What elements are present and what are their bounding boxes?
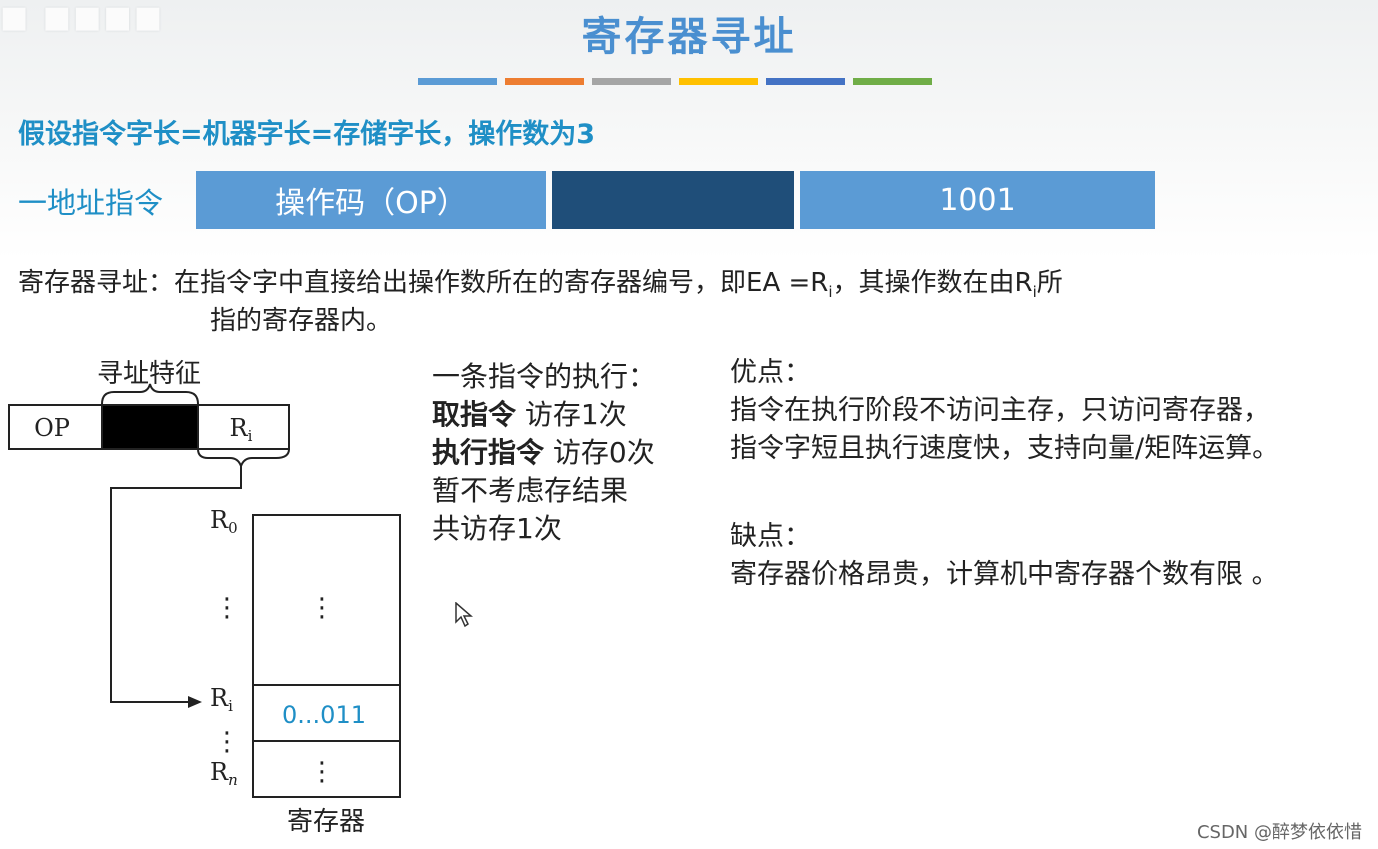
- rn-sub: n: [228, 771, 238, 789]
- ri-row-label: Ri: [210, 684, 233, 715]
- address-value: 1001: [939, 182, 1016, 218]
- color-bar-5: [766, 78, 845, 85]
- ri-under-brace: [197, 448, 290, 469]
- execution-line-2: 取指令 访存1次: [432, 396, 656, 434]
- opcode-field: 操作码（OP）: [196, 171, 546, 229]
- definition-text-c: 所: [1036, 268, 1063, 298]
- color-bar-1: [418, 78, 497, 85]
- disadvantages-line-1: 寄存器价格昂贵，计算机中寄存器个数有限 。: [730, 559, 1279, 590]
- r0-sub: 0: [228, 519, 238, 537]
- execution-line-1: 一条指令的执行：: [432, 360, 657, 393]
- color-bar-4: [679, 78, 758, 85]
- addressing-feature-field: [552, 171, 794, 229]
- rn-label: Rn: [210, 758, 238, 789]
- fetch-rest: 访存1次: [516, 398, 627, 431]
- definition-term: 寄存器寻址：: [18, 268, 175, 298]
- advantages-line-1: 指令在执行阶段不访问主存，只访问寄存器，: [730, 395, 1270, 426]
- page-title: 寄存器寻址: [581, 14, 797, 60]
- definition-text-b: ，其操作数在由R: [832, 268, 1033, 298]
- execution-line-4: 暂不考虑存结果: [432, 474, 629, 507]
- assumption-text: 假设指令字长=机器字长=存储字长，操作数为3: [18, 119, 596, 150]
- r0-letter: R: [210, 506, 229, 534]
- definition-text-a: 在指令字中直接给出操作数所在的寄存器编号，即EA =R: [174, 268, 829, 298]
- ri-row-sub: i: [228, 697, 233, 715]
- color-bar-3: [592, 78, 671, 85]
- advantages-heading: 优点：: [730, 357, 811, 388]
- disadvantages-heading: 缺点：: [730, 521, 811, 552]
- register-dots-top: ⋮: [309, 593, 335, 623]
- diagram-svg: 寻址特征 OP Ri 0...011 ⋮ ⋮ R0 ⋮ Ri ⋮ Rn 寄存器: [8, 359, 401, 837]
- connector-line: [110, 466, 242, 703]
- execution-line-3: 执行指令 访存0次: [432, 434, 656, 472]
- definition-line-1: 寄存器寻址：在指令字中直接给出操作数所在的寄存器编号，即EA =Ri，其操作数在…: [18, 262, 1063, 301]
- color-bar-6: [853, 78, 932, 85]
- diagram-op-label: OP: [34, 414, 70, 442]
- advantages-line-2: 指令字短且执行速度快，支持向量/矩阵运算。: [730, 433, 1280, 464]
- disadvantages: 缺点： 寄存器价格昂贵，计算机中寄存器个数有限 。: [730, 518, 1279, 594]
- ri-register-value: 0...011: [282, 701, 366, 729]
- watermark: CSDN @醉梦依依惜: [1196, 822, 1362, 843]
- address-field: 1001: [800, 171, 1155, 229]
- register-dots-bottom: ⋮: [309, 757, 335, 787]
- execution-line-5: 共访存1次: [432, 512, 562, 545]
- mouse-pointer-icon: [455, 601, 474, 632]
- ri-row-letter: R: [210, 684, 229, 712]
- definition-line-2: 指的寄存器内。: [210, 306, 393, 336]
- exec-bold: 执行指令: [432, 436, 545, 469]
- connector-arrowhead: [188, 696, 202, 708]
- opcode-label: 操作码（OP）: [275, 186, 467, 221]
- title-color-bars: [418, 78, 932, 85]
- advantages: 优点： 指令在执行阶段不访问主存，只访问寄存器， 指令字短且执行速度快，支持向量…: [730, 354, 1279, 468]
- label-dots-top: ⋮: [214, 593, 240, 623]
- register-addressing-diagram: 寻址特征 OP Ri 0...011 ⋮ ⋮ R0 ⋮ Ri ⋮ Rn 寄存器: [4, 348, 406, 844]
- color-bar-2: [505, 78, 584, 85]
- instruction-label: 一地址指令: [18, 186, 164, 220]
- diagram-ri-label: R: [230, 414, 249, 442]
- r0-label: R0: [210, 506, 238, 537]
- register-caption: 寄存器: [287, 807, 365, 837]
- diagram-feature-box: [101, 404, 199, 450]
- rn-letter: R: [210, 758, 229, 786]
- exec-rest: 访存0次: [544, 436, 655, 469]
- register-file: [252, 514, 401, 798]
- execution-notes: 一条指令的执行： 取指令 访存1次 执行指令 访存0次 暂不考虑存结果 共访存1…: [432, 358, 656, 548]
- label-dots-bottom: ⋮: [214, 727, 240, 757]
- diagram-ri-sub: i: [248, 427, 253, 445]
- fetch-bold: 取指令: [432, 398, 517, 431]
